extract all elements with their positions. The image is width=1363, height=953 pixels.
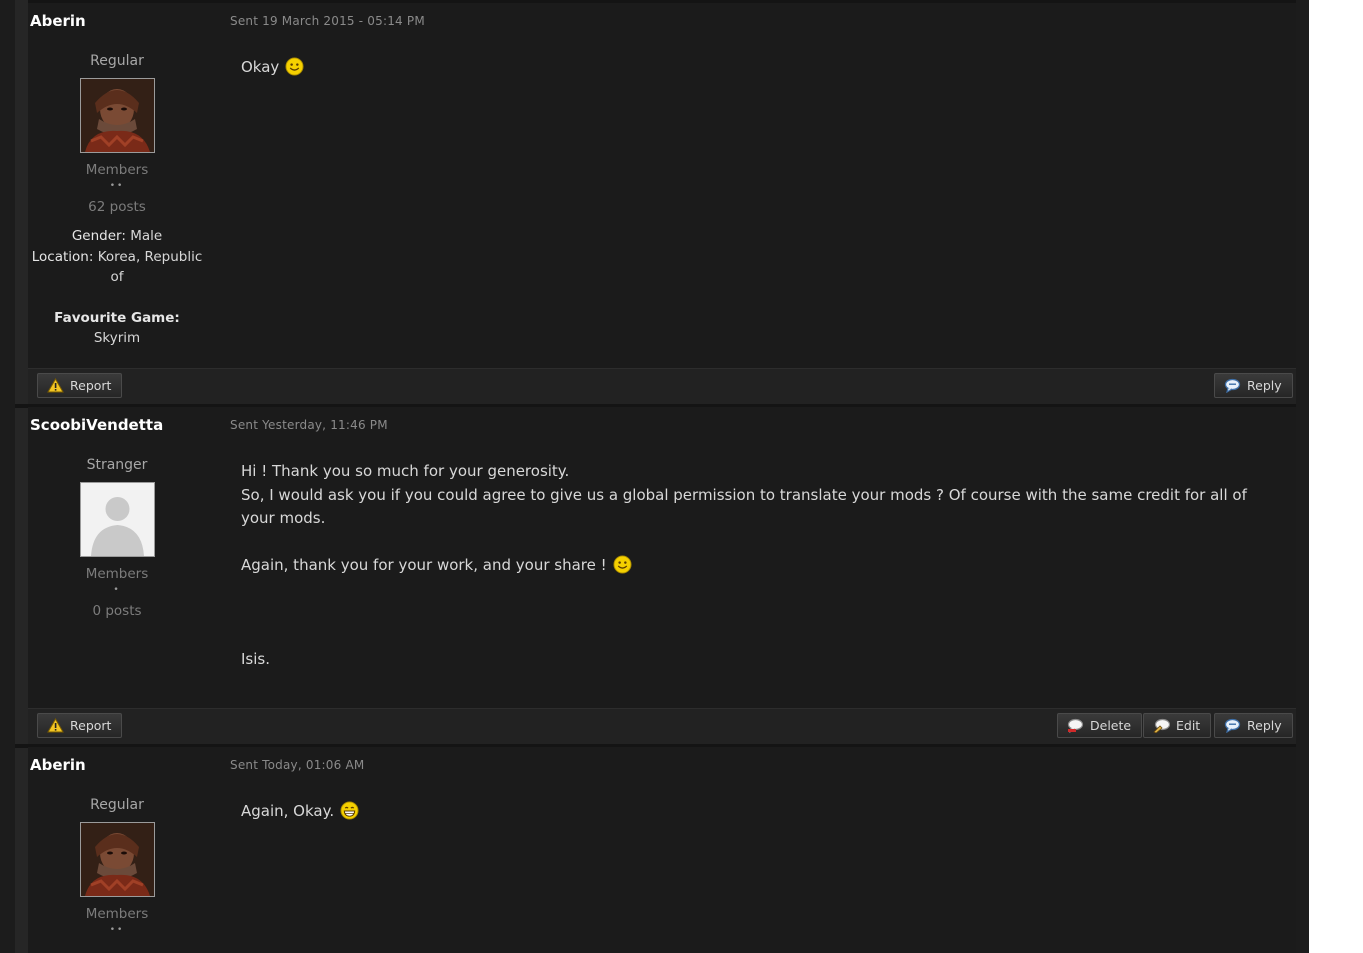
speech-bubble-icon xyxy=(1224,718,1241,733)
member-group: Members xyxy=(85,906,149,922)
avatar[interactable] xyxy=(79,78,155,153)
member-rank: Regular xyxy=(90,797,144,813)
report-button[interactable]: Report xyxy=(37,713,123,738)
post-signature: Isis. xyxy=(241,650,270,668)
member-group: Members xyxy=(85,566,149,582)
favourite-game-value: Skyrim xyxy=(93,330,141,346)
grin-icon xyxy=(340,801,359,820)
post-count: 62 posts xyxy=(88,199,146,215)
message-post: Aberin Sent 19 March 2015 - 05:14 PM Reg… xyxy=(28,0,1296,369)
avatar[interactable] xyxy=(79,822,155,897)
smile-icon xyxy=(285,57,304,76)
post-actions-bar: Report Delete Edit Reply xyxy=(28,708,1296,745)
post-actions-bar: Report Reply xyxy=(28,368,1296,405)
rank-pips: • xyxy=(113,585,121,595)
member-rank: Stranger xyxy=(86,457,148,473)
edit-bubble-icon xyxy=(1153,718,1170,733)
post-date: Sent 19 March 2015 - 05:14 PM xyxy=(230,14,425,28)
post-body: Hi ! Thank you so much for your generosi… xyxy=(241,460,1251,672)
post-date: Sent Yesterday, 11:46 PM xyxy=(230,418,388,432)
member-group: Members xyxy=(85,162,149,178)
smile-icon xyxy=(613,554,632,574)
favourite-game-label: Favourite Game: xyxy=(54,309,180,326)
author-profile: Regular Members •• 62 posts Gender: Male… xyxy=(28,53,206,349)
post-text: So, I would ask you if you could agree t… xyxy=(241,485,1247,528)
profile-fields: Gender: Male Location: Korea, Republic o… xyxy=(28,226,206,349)
post-date: Sent Today, 01:06 AM xyxy=(230,758,365,772)
post-text: Again, thank you for your work, and your… xyxy=(241,555,607,574)
avatar[interactable] xyxy=(79,482,155,557)
post-count: 0 posts xyxy=(92,603,142,619)
reply-button[interactable]: Reply xyxy=(1214,373,1293,398)
warning-icon xyxy=(47,378,64,393)
rank-pips: •• xyxy=(109,181,125,191)
post-text: Okay xyxy=(241,58,280,76)
reply-button[interactable]: Reply xyxy=(1214,713,1293,738)
message-thread: Aberin Sent 19 March 2015 - 05:14 PM Reg… xyxy=(0,0,1309,953)
message-post: Aberin Sent Today, 01:06 AM Regular Memb… xyxy=(28,744,1296,953)
post-body: Okay xyxy=(241,56,1251,80)
delete-button[interactable]: Delete xyxy=(1057,713,1143,738)
post-body: Again, Okay. xyxy=(241,800,1251,824)
gender-field: Gender: Male xyxy=(71,228,163,244)
author-profile: Regular Members •• xyxy=(28,797,206,937)
speech-bubble-icon xyxy=(1224,378,1241,393)
rank-pips: •• xyxy=(109,925,125,935)
member-rank: Regular xyxy=(90,53,144,69)
message-post: ScoobiVendetta Sent Yesterday, 11:46 PM … xyxy=(28,404,1296,709)
post-author[interactable]: ScoobiVendetta xyxy=(30,416,163,434)
report-button[interactable]: Report xyxy=(37,373,123,398)
warning-icon xyxy=(47,718,64,733)
post-author[interactable]: Aberin xyxy=(30,12,86,30)
edit-button[interactable]: Edit xyxy=(1143,713,1212,738)
author-profile: Stranger Members • 0 posts xyxy=(28,457,206,619)
location-field: Location: Korea, Republic of xyxy=(31,248,203,286)
delete-bubble-icon xyxy=(1067,718,1084,733)
post-text: Hi ! Thank you so much for your generosi… xyxy=(241,462,570,480)
post-text: Again, Okay. xyxy=(241,802,335,820)
post-author[interactable]: Aberin xyxy=(30,756,86,774)
